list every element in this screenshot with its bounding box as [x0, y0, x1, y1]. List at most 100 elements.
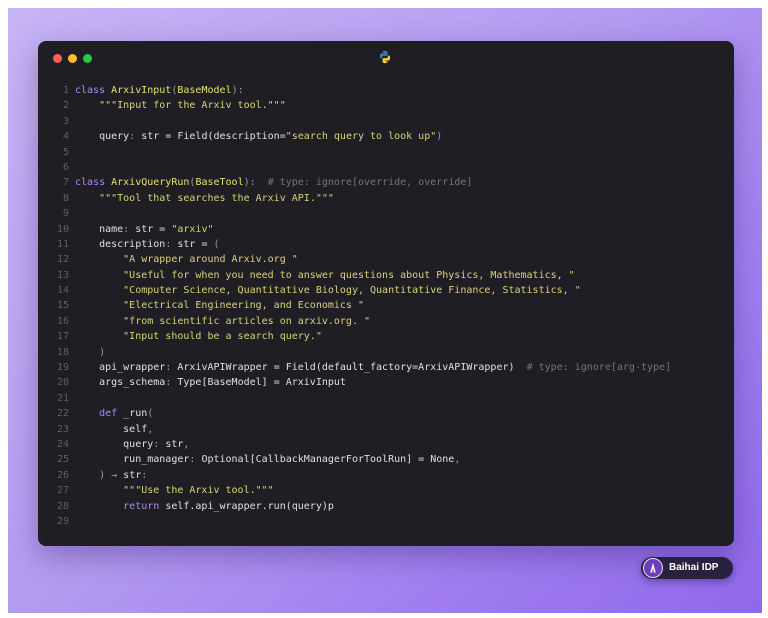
line-number: 15 — [56, 300, 69, 312]
code-line: 8 """Tool that searches the Arxiv API.""… — [38, 191, 734, 206]
code-token: class — [75, 177, 112, 189]
line-number: 4 — [62, 131, 69, 143]
code-text: "from scientific articles on arxiv.org. … — [75, 314, 370, 329]
code-token: : — [123, 223, 136, 235]
code-token: ): — [231, 85, 244, 96]
code-line: 21 — [38, 391, 734, 406]
code-text: ) — [75, 345, 105, 360]
code-text: query: str, — [75, 437, 189, 452]
line-number: 5 — [62, 146, 69, 158]
code-token: query — [75, 438, 154, 450]
code-line: 24 query: str, — [38, 437, 734, 452]
code-line: 27 """Use the Arxiv tool.""" — [38, 483, 734, 498]
close-window-button[interactable] — [53, 54, 62, 63]
code-text: class ArxivQueryRun(BaseTool): # type: i… — [75, 175, 472, 190]
code-token: """Use the Arxiv tool.""" — [75, 485, 274, 497]
code-token: self — [75, 423, 148, 435]
code-token: : — [153, 438, 166, 450]
code-line: 11 description: str = ( — [38, 237, 734, 252]
code-token: "Computer Science, Quantitative Biology,… — [75, 285, 581, 297]
code-line: 15 "Electrical Engineering, and Economic… — [38, 298, 734, 313]
code-line: 14 "Computer Science, Quantitative Biolo… — [38, 283, 734, 298]
code-text: args_schema: Type[BaseModel] = ArxivInpu… — [75, 375, 346, 390]
line-number: 27 — [56, 485, 69, 497]
code-token: ): — [243, 177, 268, 189]
line-number: 23 — [56, 423, 69, 435]
code-line: 5 — [38, 145, 734, 160]
code-text: """Use the Arxiv tool.""" — [75, 483, 274, 498]
code-token: ArxivInput — [111, 85, 172, 96]
line-number: 19 — [56, 362, 69, 374]
code-token: class — [75, 85, 112, 96]
code-line: 20 args_schema: Type[BaseModel] = ArxivI… — [38, 375, 734, 390]
code-token: "arxiv" — [171, 223, 214, 235]
code-text: """Input for the Arxiv tool.""" — [75, 98, 286, 113]
code-token: def — [75, 408, 124, 420]
line-number: 2 — [62, 100, 69, 112]
brand-badge: Baihai IDP — [641, 557, 733, 579]
code-text: "Input should be a search query." — [75, 329, 322, 344]
python-icon — [379, 50, 391, 64]
code-text: return self.api_wrapper.run(query)p — [75, 499, 334, 514]
code-editor[interactable]: 1 class ArxivInput(BaseModel): 2 """Input … — [38, 83, 734, 529]
code-token: : — [165, 238, 178, 250]
code-token: : — [165, 377, 178, 389]
zoom-window-button[interactable] — [83, 54, 92, 63]
code-token: str — [117, 469, 142, 481]
code-text: "Computer Science, Quantitative Biology,… — [75, 283, 581, 298]
code-token: Optional[CallbackManagerForToolRun] = No… — [201, 454, 455, 466]
code-line: 28 return self.api_wrapper.run(query)p — [38, 499, 734, 514]
code-line: 26 ) → str: — [38, 468, 734, 483]
code-text: "Useful for when you need to answer ques… — [75, 268, 575, 283]
code-text: ) → str: — [75, 468, 147, 483]
code-token: name — [75, 223, 124, 235]
badge-label: Baihai IDP — [669, 562, 719, 573]
code-token: , — [147, 423, 154, 435]
code-line: 1 class ArxivInput(BaseModel): — [38, 83, 734, 98]
code-line: 17 "Input should be a search query." — [38, 329, 734, 344]
code-line: 29 — [38, 514, 734, 529]
minimize-window-button[interactable] — [68, 54, 77, 63]
line-number: 18 — [56, 346, 69, 358]
code-text: query: str = Field(description="search q… — [75, 129, 442, 144]
line-number: 29 — [56, 515, 69, 527]
code-text: class ArxivInput(BaseModel): — [75, 83, 244, 98]
code-token: "A wrapper around Arxiv.org " — [75, 254, 298, 266]
line-number: 26 — [56, 469, 69, 481]
code-text: "Electrical Engineering, and Economics " — [75, 298, 364, 313]
line-number: 8 — [62, 192, 69, 204]
code-token: "search query to look up" — [285, 131, 437, 143]
code-token: : — [129, 131, 142, 143]
code-line: 9 — [38, 206, 734, 221]
code-token: BaseModel — [177, 85, 232, 96]
line-number: 3 — [62, 115, 69, 127]
code-token: return — [75, 500, 166, 512]
code-token: , — [454, 454, 461, 466]
code-line: 12 "A wrapper around Arxiv.org " — [38, 252, 734, 267]
line-number: 7 — [62, 177, 69, 189]
line-number: 28 — [56, 500, 69, 512]
line-number: 22 — [56, 408, 69, 420]
code-token: "Electrical Engineering, and Economics " — [75, 300, 364, 312]
code-line: 2 """Input for the Arxiv tool.""" — [38, 98, 734, 113]
code-token: : — [189, 454, 202, 466]
code-token: _run — [123, 408, 148, 420]
code-token: "from scientific articles on arxiv.org. … — [75, 315, 371, 327]
code-token: ) — [75, 469, 112, 481]
code-token: # type: ignore[arg-type] — [526, 362, 672, 374]
code-text: api_wrapper: ArxivAPIWrapper = Field(def… — [75, 360, 671, 375]
code-line: 16 "from scientific articles on arxiv.or… — [38, 314, 734, 329]
code-line: 6 — [38, 160, 734, 175]
line-number: 11 — [56, 238, 69, 250]
line-number: 17 — [56, 331, 69, 343]
code-token: api_wrapper — [75, 362, 166, 374]
code-line: 3 — [38, 114, 734, 129]
code-token: "Useful for when you need to answer ques… — [75, 269, 575, 281]
code-token: ( — [213, 238, 220, 250]
line-number: 14 — [56, 285, 69, 297]
code-line: 13 "Useful for when you need to answer q… — [38, 268, 734, 283]
code-token: """Input for the Arxiv tool.""" — [75, 100, 286, 112]
code-token: ) — [75, 346, 106, 358]
code-token: : — [165, 362, 178, 374]
line-number: 24 — [56, 438, 69, 450]
